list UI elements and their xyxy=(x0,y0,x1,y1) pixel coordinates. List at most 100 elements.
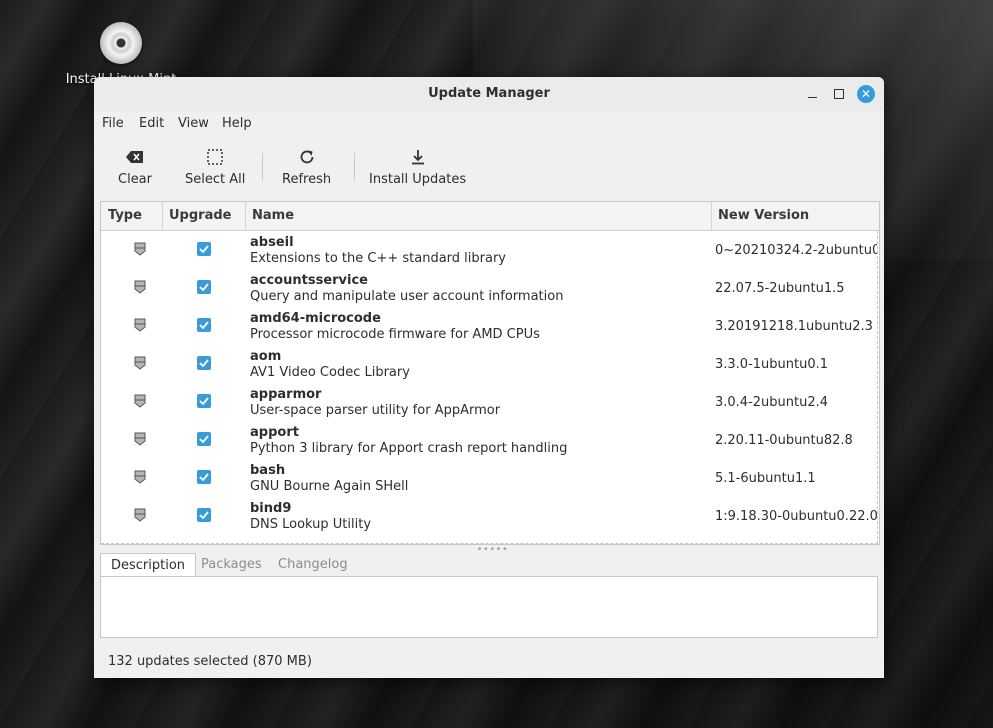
install-updates-button[interactable]: Install Updates xyxy=(369,147,466,187)
package-name: amd64-microcode xyxy=(250,311,381,326)
updates-table: Type Upgrade Name New Version abseil Ext… xyxy=(100,201,880,545)
window-title: Update Manager xyxy=(428,86,550,101)
package-name: bash xyxy=(250,463,286,478)
minimize-icon xyxy=(807,96,817,99)
checkmark-icon xyxy=(199,359,209,367)
upgrade-checkbox[interactable] xyxy=(197,280,211,294)
tab-packages[interactable]: Packages xyxy=(191,553,272,576)
maximize-button[interactable] xyxy=(830,85,848,103)
details-tabs: Description Packages Changelog xyxy=(100,553,878,577)
package-description: DNS Lookup Utility xyxy=(250,517,372,532)
column-divider xyxy=(162,202,163,230)
table-row[interactable]: apport Python 3 library for Apport crash… xyxy=(101,421,877,459)
select-all-icon xyxy=(185,147,245,167)
toolbar-separator xyxy=(262,153,263,181)
shield-icon xyxy=(134,242,146,256)
table-row[interactable]: aom AV1 Video Codec Library 3.3.0-1ubunt… xyxy=(101,345,877,383)
select-all-button[interactable]: Select All xyxy=(185,147,245,187)
refresh-label: Refresh xyxy=(282,172,332,187)
menu-help[interactable]: Help xyxy=(222,116,252,131)
backspace-icon xyxy=(118,147,152,167)
upgrade-checkbox[interactable] xyxy=(197,470,211,484)
close-button[interactable]: ✕ xyxy=(857,85,875,103)
refresh-icon xyxy=(282,147,331,167)
checkmark-icon xyxy=(199,435,209,443)
package-version: 22.07.5-2ubuntu1.5 xyxy=(715,281,845,296)
menu-edit[interactable]: Edit xyxy=(139,116,164,131)
menu-file[interactable]: File xyxy=(102,116,124,131)
table-row[interactable]: apparmor User-space parser utility for A… xyxy=(101,383,877,421)
package-name: apport xyxy=(250,425,299,440)
package-description: AV1 Video Codec Library xyxy=(250,365,410,380)
shield-icon xyxy=(134,356,146,370)
update-manager-window: Update Manager ✕ File Edit View Help Cle… xyxy=(94,77,884,678)
toolbar-separator xyxy=(354,153,355,181)
package-version: 2.20.11-0ubuntu82.8 xyxy=(715,433,853,448)
column-name[interactable]: Name xyxy=(252,208,294,223)
table-row[interactable]: abseil Extensions to the C++ standard li… xyxy=(101,231,877,269)
package-version: 0~20210324.2-2ubuntu0.2 xyxy=(715,243,878,258)
package-description: Extensions to the C++ standard library xyxy=(250,251,506,266)
checkmark-icon xyxy=(199,397,209,405)
shield-icon xyxy=(134,508,146,522)
checkmark-icon xyxy=(199,245,209,253)
package-name: apparmor xyxy=(250,387,322,402)
clear-button[interactable]: Clear xyxy=(118,147,152,187)
package-name: bind9 xyxy=(250,501,292,516)
table-row[interactable]: accountsservice Query and manipulate use… xyxy=(101,269,877,307)
shield-icon xyxy=(134,318,146,332)
shield-icon xyxy=(134,280,146,294)
close-icon: ✕ xyxy=(860,87,872,101)
table-body[interactable]: abseil Extensions to the C++ standard li… xyxy=(101,231,878,544)
minimize-button[interactable] xyxy=(803,85,821,103)
install-updates-label: Install Updates xyxy=(369,172,467,187)
upgrade-checkbox[interactable] xyxy=(197,508,211,522)
table-header: Type Upgrade Name New Version xyxy=(101,202,879,231)
package-name: abseil xyxy=(250,235,294,250)
menu-bar: File Edit View Help xyxy=(94,111,884,135)
package-name: aom xyxy=(250,349,282,364)
column-upgrade[interactable]: Upgrade xyxy=(169,208,231,223)
package-description: GNU Bourne Again SHell xyxy=(250,479,409,494)
package-version: 3.20191218.1ubuntu2.3 xyxy=(715,319,873,334)
package-description: User-space parser utility for AppArmor xyxy=(250,403,501,418)
toolbar: Clear Select All Refresh Install Updates xyxy=(94,137,884,193)
title-bar[interactable]: Update Manager ✕ xyxy=(94,77,884,111)
checkmark-icon xyxy=(199,321,209,329)
package-version: 3.3.0-1ubuntu0.1 xyxy=(715,357,829,372)
maximize-icon xyxy=(834,89,844,99)
description-panel xyxy=(100,576,878,638)
package-version: 3.0.4-2ubuntu2.4 xyxy=(715,395,829,410)
upgrade-checkbox[interactable] xyxy=(197,356,211,370)
clear-label: Clear xyxy=(118,172,152,187)
checkmark-icon xyxy=(199,511,209,519)
checkmark-icon xyxy=(199,473,209,481)
status-text: 132 updates selected (870 MB) xyxy=(108,654,312,669)
download-icon xyxy=(369,147,466,167)
table-row[interactable]: amd64-microcode Processor microcode firm… xyxy=(101,307,877,345)
select-all-label: Select All xyxy=(185,172,246,187)
upgrade-checkbox[interactable] xyxy=(197,394,211,408)
upgrade-checkbox[interactable] xyxy=(197,242,211,256)
package-description: Query and manipulate user account inform… xyxy=(250,289,564,304)
disc-icon xyxy=(100,22,142,64)
upgrade-checkbox[interactable] xyxy=(197,432,211,446)
upgrade-checkbox[interactable] xyxy=(197,318,211,332)
checkmark-icon xyxy=(199,283,209,291)
column-type[interactable]: Type xyxy=(108,208,142,223)
menu-view[interactable]: View xyxy=(178,116,209,131)
package-name: accountsservice xyxy=(250,273,368,288)
package-description: Python 3 library for Apport crash report… xyxy=(250,441,568,456)
shield-icon xyxy=(134,394,146,408)
column-divider xyxy=(711,202,712,230)
table-row[interactable]: bash GNU Bourne Again SHell 5.1-6ubuntu1… xyxy=(101,459,877,497)
tab-changelog[interactable]: Changelog xyxy=(268,553,358,576)
refresh-button[interactable]: Refresh xyxy=(282,147,331,187)
package-version: 1:9.18.30-0ubuntu0.22.04. xyxy=(715,509,878,524)
tab-description[interactable]: Description xyxy=(100,553,197,577)
table-row[interactable]: bind9 DNS Lookup Utility 1:9.18.30-0ubun… xyxy=(101,497,877,535)
column-divider xyxy=(245,202,246,230)
package-version: 5.1-6ubuntu1.1 xyxy=(715,471,816,486)
column-new-version[interactable]: New Version xyxy=(718,208,809,223)
shield-icon xyxy=(134,470,146,484)
